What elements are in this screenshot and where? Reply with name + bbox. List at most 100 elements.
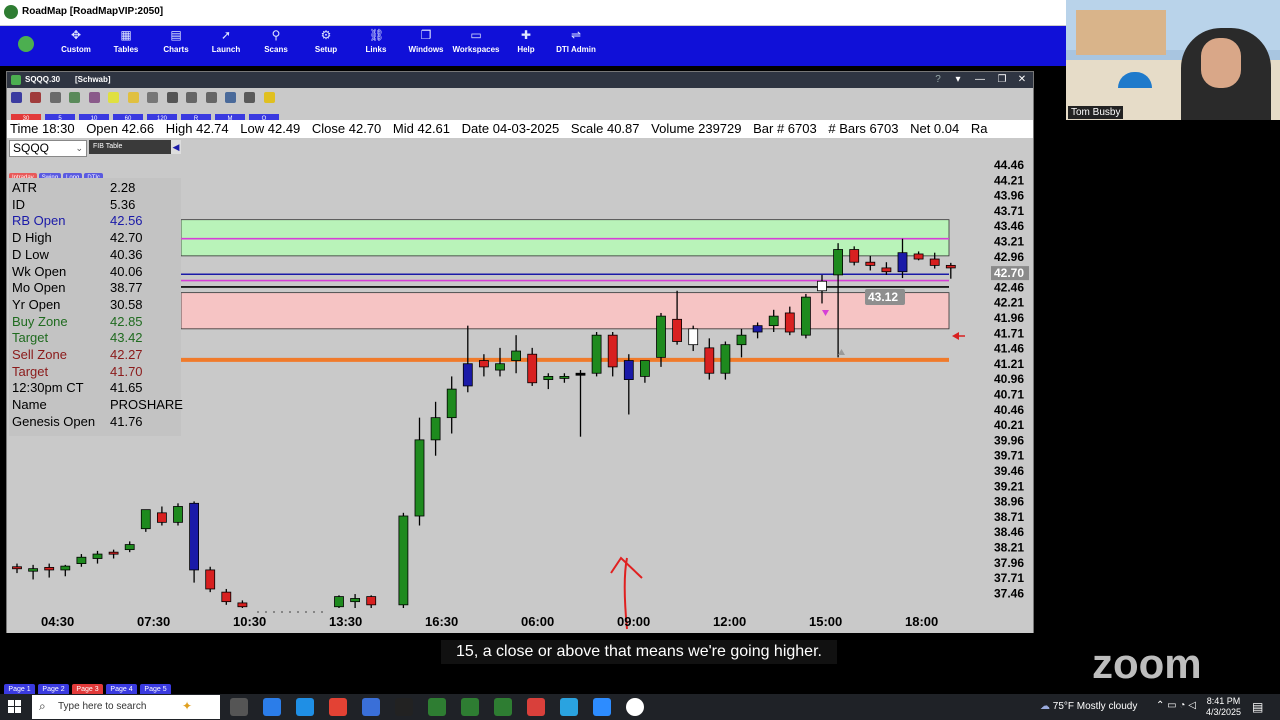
- maximize-icon[interactable]: ❐: [995, 73, 1009, 86]
- calculator-icon[interactable]: [362, 698, 380, 716]
- ribbon-workspaces-button[interactable]: ▭ Workspaces: [451, 26, 501, 66]
- candle-body: [833, 249, 843, 276]
- closed-caption: 15, a close or above that means we're go…: [441, 640, 837, 664]
- windows-logo-icon: [15, 700, 21, 706]
- network-icon: ▭: [1167, 700, 1177, 711]
- x-axis-tick-label: 16:30: [425, 614, 458, 629]
- y-axis-tick-label: 43.96: [994, 189, 1024, 203]
- ribbon-setup-label: Setup: [314, 45, 338, 54]
- main-ribbon: ✥ Custom ▦ Tables ▤ Charts ➚ Launch ⚲ Sc…: [0, 26, 1066, 66]
- ribbon-charts-button[interactable]: ▤ Charts: [151, 26, 201, 66]
- candle-body: [913, 253, 924, 260]
- y-axis-tick-label: 41.21: [994, 357, 1024, 371]
- info-bar-count: # Bars 6703: [828, 121, 899, 136]
- edge-icon[interactable]: [296, 698, 314, 716]
- copilot-icon[interactable]: [263, 698, 281, 716]
- media-icon[interactable]: [626, 698, 644, 716]
- stat-label: Wk Open: [12, 263, 67, 279]
- candle-body: [28, 568, 39, 572]
- candle-icon[interactable]: [30, 92, 42, 103]
- tradingview-icon[interactable]: [395, 698, 413, 716]
- candle-body: [44, 566, 55, 571]
- star-icon[interactable]: [263, 92, 275, 103]
- ribbon-workspaces-label: Workspaces: [452, 45, 500, 54]
- zoom-out-icon[interactable]: [205, 92, 217, 103]
- taskbar-search-box[interactable]: ⌕ Type here to search ✦: [32, 695, 220, 719]
- sun-icon[interactable]: [108, 92, 120, 103]
- notification-icon[interactable]: ▤: [1252, 700, 1263, 714]
- candle-body: [124, 544, 135, 551]
- eraser-icon[interactable]: [147, 92, 159, 103]
- ribbon-help-button[interactable]: ✚ Help: [501, 26, 551, 66]
- app-icon[interactable]: [428, 698, 446, 716]
- pin-icon[interactable]: ▾: [951, 73, 965, 86]
- start-button[interactable]: [8, 700, 22, 714]
- system-tray[interactable]: ⌃ ▭ ◔ ◁: [1156, 700, 1196, 711]
- fib-icon[interactable]: [69, 92, 81, 103]
- note-icon[interactable]: [127, 92, 139, 103]
- candle-body: [881, 267, 892, 273]
- print-icon[interactable]: [166, 92, 178, 103]
- candle-body: [559, 376, 570, 379]
- chart-type-icon[interactable]: [11, 92, 22, 103]
- stat-label: Target: [12, 363, 49, 379]
- stat-value: 41.70: [110, 363, 143, 379]
- ribbon-windows-button[interactable]: ❐ Windows: [401, 26, 451, 66]
- color-icon[interactable]: [88, 92, 100, 103]
- ribbon-tables-button[interactable]: ▦ Tables: [101, 26, 151, 66]
- zoom-in-icon[interactable]: [186, 92, 198, 103]
- y-axis-tick-label: 44.21: [994, 173, 1024, 187]
- save-icon[interactable]: [224, 92, 236, 103]
- symbol-input[interactable]: SQQQ ⌄: [9, 140, 87, 157]
- app-titlebar: RoadMap [RoadMapVIP:2050]: [0, 0, 1066, 26]
- info-mid: Mid 42.61: [392, 121, 451, 136]
- info-bar-number: Bar # 6703: [753, 121, 817, 136]
- ribbon-dti-admin-button[interactable]: ⇌ DTI Admin: [551, 26, 601, 66]
- stat-value: 41.65: [110, 380, 143, 396]
- app-icon[interactable]: [461, 698, 479, 716]
- home-logo-button[interactable]: [6, 26, 46, 66]
- candle-body: [672, 318, 682, 342]
- stat-value: 42.70: [110, 230, 143, 246]
- drawing-icon[interactable]: [49, 92, 61, 103]
- chart-window-titlebar[interactable]: SQQQ.30 [Schwab] ? ▾ — ❐ ✕: [7, 72, 1033, 88]
- candle-body: [156, 512, 167, 523]
- zoom-app-icon[interactable]: [593, 698, 611, 716]
- candle-body: [173, 506, 183, 523]
- ribbon-setup-button[interactable]: ⚙ Setup: [301, 26, 351, 66]
- symbol-input-value: SQQQ: [13, 141, 50, 155]
- roadmap-icon[interactable]: [494, 698, 512, 716]
- page-tabs: Page 1 Page 2 Page 3 Page 4 Page 5: [4, 678, 174, 696]
- minimize-icon[interactable]: —: [973, 73, 987, 86]
- stat-value: 2.28: [110, 180, 136, 195]
- settings-icon[interactable]: [244, 92, 256, 103]
- ribbon-launch-button[interactable]: ➚ Launch: [201, 26, 251, 66]
- x-axis-tick-label: 18:00: [905, 614, 938, 629]
- candle-body: [640, 360, 650, 377]
- ribbon-links-button[interactable]: ⛓ Links: [351, 26, 401, 66]
- chrome-icon[interactable]: [329, 698, 347, 716]
- app-title: RoadMap [RoadMapVIP:2050]: [22, 6, 164, 17]
- help-icon[interactable]: ?: [931, 73, 945, 86]
- candle-body: [108, 551, 119, 555]
- collapse-arrow-icon[interactable]: ◀: [171, 140, 181, 154]
- chart-window-symbol: SQQQ.30: [25, 75, 61, 84]
- stat-label: Yr Open: [12, 296, 61, 312]
- stat-value: 42.85: [110, 313, 143, 329]
- task-view-icon[interactable]: [230, 698, 248, 716]
- close-icon[interactable]: ✕: [1015, 73, 1029, 86]
- candle-body: [736, 334, 747, 346]
- webcam-face: [1201, 38, 1241, 88]
- ribbon-scans-button[interactable]: ⚲ Scans: [251, 26, 301, 66]
- weather-widget[interactable]: ☁ 75°F Mostly cloudy: [1040, 701, 1137, 712]
- info-scale: Scale 40.87: [570, 121, 640, 136]
- app-icon[interactable]: [527, 698, 545, 716]
- ribbon-custom-button[interactable]: ✥ Custom: [51, 26, 101, 66]
- fib-table-options[interactable]: FIB Table ◀: [89, 140, 181, 154]
- x-axis-tick-label: 15:00: [809, 614, 842, 629]
- scans-icon: ⚲: [271, 28, 281, 42]
- telegram-icon[interactable]: [560, 698, 578, 716]
- candle-body: [897, 252, 908, 273]
- taskbar-clock[interactable]: 8:41 PM 4/3/2025: [1206, 696, 1241, 718]
- interval-buttons: 30 5 10 60 120 R M Q: [11, 107, 283, 124]
